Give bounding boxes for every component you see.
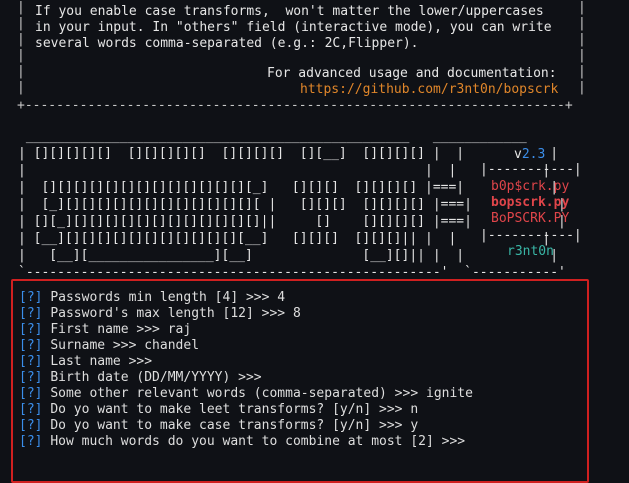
logo-line-3: | | | | [18, 163, 551, 178]
prompt-text: Some other relevant words (comma-separat… [50, 386, 473, 401]
prompt-prefix: [?] [19, 306, 43, 321]
logo-line-7: | [__][][][][][][][][][][][][__] [][][] … [18, 231, 551, 246]
box-border-left: | [17, 64, 25, 79]
docs-link[interactable]: https://github.com/r3nt0n/bopscrk [300, 82, 558, 98]
prompt-text: Do yo want to make case transforms? [y/n… [50, 418, 419, 433]
prompt-row: [?] Surname >>> chandel [19, 338, 473, 354]
help-text-line-2: in your input. In "others" field (intera… [35, 20, 552, 35]
terminal-window[interactable]: | | | | | | | | | | | | If you enable ca… [0, 0, 629, 483]
prompt-prefix: [?] [19, 322, 43, 337]
usage-text: For advanced usage and documentation: [267, 66, 557, 81]
help-text-line-1: If you enable case transforms, won't mat… [35, 4, 544, 19]
script-name-upper: BoPSCRK.PY [491, 211, 570, 226]
box-border-right: | [578, 16, 586, 31]
logo-line-8: | [__][________________][__] [__][]|| | … [18, 248, 559, 263]
prompt-row: [?] Last name >>> [19, 354, 473, 370]
box-border-right: | [578, 80, 586, 95]
prompt-text: Do yo want to make leet transforms? [y/n… [50, 402, 419, 417]
script-name-bold: bopscrk.py [491, 195, 570, 210]
box-border-left: | [17, 80, 25, 95]
prompt-row-active[interactable]: [?] How much words do you want to combin… [19, 434, 473, 450]
script-name-leet: b0p$crk.py [491, 179, 570, 194]
box-border-right: | [578, 64, 586, 79]
prompt-prefix: [?] [19, 354, 43, 369]
box-border-left: | [17, 16, 25, 31]
prompt-prefix: [?] [19, 434, 43, 449]
prompt-prefix: [?] [19, 290, 43, 305]
panel-divider-2: |-----------| [480, 228, 582, 243]
logo-line-5: | [_][][][][][][][][][][][][][ | [][][] … [18, 197, 566, 212]
prompt-row: [?] Passwords min length [4] >>> 4 [19, 290, 473, 306]
prompt-prefix: [?] [19, 338, 43, 353]
prompt-row: [?] Birth date (DD/MM/YYYY) >>> [19, 370, 473, 386]
prompt-text: How much words do you want to combine at… [50, 434, 473, 449]
prompt-row: [?] Do yo want to make case transforms? … [19, 418, 473, 434]
panel-divider: |-----------| [480, 162, 582, 177]
box-border-left: | [17, 32, 25, 47]
box-bottom-border: +---------------------------------------… [17, 98, 573, 113]
prompt-prefix: [?] [19, 418, 43, 433]
prompt-text: Passwords min length [4] >>> 4 [50, 290, 286, 305]
prompt-text: Last name >>> [50, 354, 160, 369]
prompt-text: Surname >>> chandel [50, 338, 200, 353]
logo-line-2: | [][][][][] [][][][][] [][][][] [][__] … [18, 146, 559, 161]
prompt-text: Password's max length [12] >>> 8 [50, 306, 301, 321]
prompt-row: [?] Password's max length [12] >>> 8 [19, 306, 473, 322]
box-border-right: | [578, 0, 586, 15]
logo-line-1: ________________________________________… [18, 129, 527, 144]
prompt-list[interactable]: [?] Passwords min length [4] >>> 4 [?] P… [19, 290, 473, 450]
prompt-prefix: [?] [19, 402, 43, 417]
box-border-left: | [17, 48, 25, 63]
prompt-prefix: [?] [19, 386, 43, 401]
prompt-row: [?] Some other relevant words (comma-sep… [19, 386, 473, 402]
box-border-right: | [578, 48, 586, 63]
prompt-prefix: [?] [19, 370, 43, 385]
box-border-left: | [17, 0, 25, 15]
help-text-line-3: several words comma-separated (e.g.: 2C,… [35, 36, 419, 51]
prompt-text: Birth date (DD/MM/YYYY) >>> [50, 370, 270, 385]
prompt-row: [?] Do yo want to make leet transforms? … [19, 402, 473, 418]
logo-line-4: | [][][][][][][][][][][][][][_] [][][] [… [18, 180, 559, 195]
box-border-right: | [578, 32, 586, 47]
version-label: v2.3 [514, 147, 546, 162]
prompt-text: First name >>> raj [50, 322, 192, 337]
author-name: r3nt0n [507, 244, 554, 259]
prompt-row: [?] First name >>> raj [19, 322, 473, 338]
